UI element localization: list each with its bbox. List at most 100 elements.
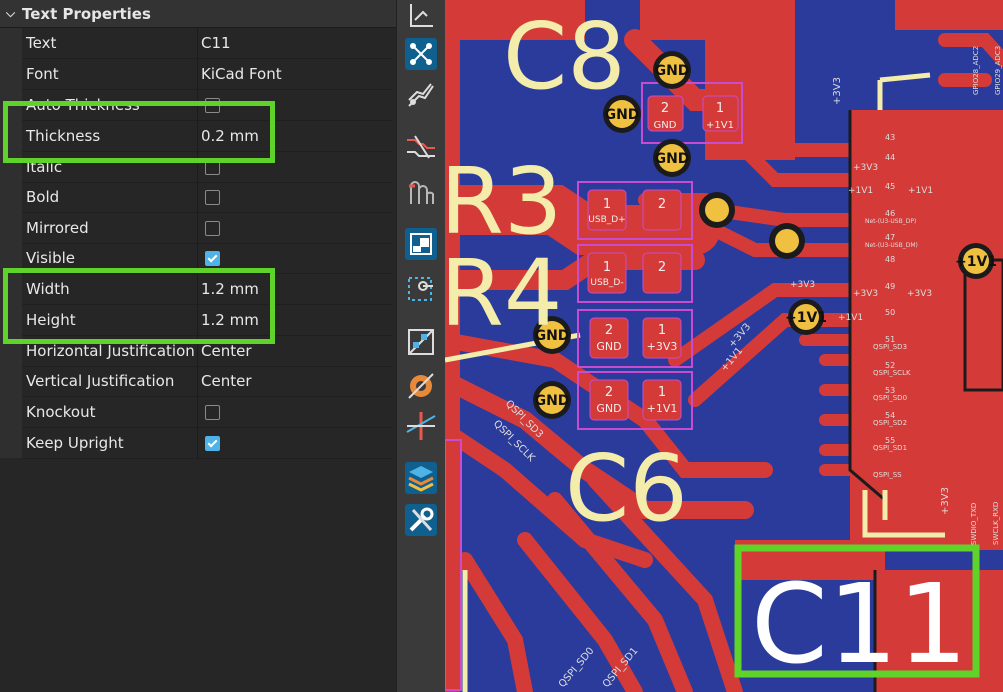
tune-length-icon[interactable] xyxy=(405,132,437,164)
pad-number: 1 xyxy=(658,323,666,338)
side-label: SWCLK_RXD xyxy=(992,502,1000,545)
pad-number: 2 xyxy=(661,101,669,116)
column-divider xyxy=(197,59,198,89)
mirrored-checkbox[interactable] xyxy=(205,221,220,236)
pad-net: +1V1 xyxy=(706,120,734,131)
designator-r4[interactable]: R4 xyxy=(445,240,562,347)
pad-number: 2 xyxy=(658,260,666,275)
net-label: QSPI_SD0 xyxy=(873,394,907,402)
prop-label: Horizontal Justification xyxy=(26,342,195,360)
column-divider xyxy=(197,366,198,396)
column-divider xyxy=(197,213,198,243)
add-via-icon[interactable] xyxy=(405,272,437,304)
via-label: +1V1 xyxy=(785,310,827,326)
net-label: QSPI_SD1 xyxy=(873,444,907,452)
keep-upright-checkbox[interactable] xyxy=(205,436,220,451)
add-line-icon[interactable] xyxy=(405,410,437,442)
pad-number: 2 xyxy=(658,197,666,212)
column-divider xyxy=(197,182,198,212)
pin-number: 50 xyxy=(885,308,895,317)
add-footprint-icon[interactable] xyxy=(405,228,437,260)
net-label: +3V3 xyxy=(853,289,878,299)
side-label: GPIO28_ADC2 xyxy=(972,46,980,95)
text-value-field[interactable]: C11 xyxy=(201,34,231,52)
pad-number: 1 xyxy=(658,385,666,400)
pad-number: 2 xyxy=(605,323,613,338)
prop-row-knockout[interactable]: Knockout xyxy=(22,397,392,428)
prop-row-bold[interactable]: Bold xyxy=(22,182,392,213)
net-label: QSPI_SCLK xyxy=(873,369,911,377)
net-label: +1V1 xyxy=(908,186,933,196)
prop-row-vertical-justification[interactable]: Vertical Justification Center xyxy=(22,366,392,397)
measure-icon[interactable] xyxy=(405,0,437,32)
designator-c6[interactable]: C6 xyxy=(565,435,688,542)
pin-number: 47 xyxy=(885,233,895,242)
chevron-down-icon[interactable]: ⌵ xyxy=(6,6,22,21)
h-justify-select[interactable]: Center xyxy=(201,342,252,360)
panel-title: Text Properties xyxy=(22,4,151,23)
side-label: GPIO29_ADC3 xyxy=(994,46,1002,95)
properties-panel: ⌵ Text Properties Text C11 Font KiCad Fo… xyxy=(0,0,396,692)
pad-net: USB_D- xyxy=(590,278,623,288)
net-label: QSPI_SD2 xyxy=(873,419,907,427)
prop-label: Visible xyxy=(26,249,75,267)
layers-icon[interactable] xyxy=(405,462,437,494)
pin-number: 46 xyxy=(885,209,895,218)
route-single-track-icon[interactable] xyxy=(405,38,437,70)
tune-skew-icon[interactable] xyxy=(405,176,437,208)
add-pad-icon[interactable] xyxy=(405,370,437,402)
via-label: GND xyxy=(655,151,690,167)
pin-number: 43 xyxy=(885,133,895,142)
side-label: SWDIO_TXD xyxy=(970,503,978,545)
add-zone-icon[interactable] xyxy=(405,326,437,358)
pin-number: 45 xyxy=(885,182,895,191)
highlight-box-size xyxy=(3,268,275,344)
pad-net: USB_D+ xyxy=(588,215,625,225)
prop-label: Keep Upright xyxy=(26,434,124,452)
net-label: +3V3 xyxy=(853,163,878,173)
net-label: +3V3 xyxy=(832,77,843,105)
designator-r3[interactable]: R3 xyxy=(445,148,562,255)
right-toolbar xyxy=(396,0,445,692)
v-justify-select[interactable]: Center xyxy=(201,372,252,390)
pcb-canvas[interactable]: GND GND GND GND GND +1V1 +1V1 2 GND 1 +1… xyxy=(445,0,1003,692)
column-divider xyxy=(197,28,198,58)
pad-net: +3V3 xyxy=(647,340,678,353)
net-label: QSPI_SD3 xyxy=(873,343,907,351)
prop-label: Bold xyxy=(26,188,60,206)
net-label: +1V1 xyxy=(838,313,863,323)
visible-checkbox[interactable] xyxy=(205,251,220,266)
prop-row-text[interactable]: Text C11 xyxy=(22,28,392,59)
highlight-box-thickness xyxy=(3,101,275,163)
net-label: +3V3 xyxy=(907,289,932,299)
column-divider xyxy=(197,397,198,427)
pad-number: 1 xyxy=(603,197,611,212)
pad-number: 2 xyxy=(605,385,613,400)
settings-tools-icon[interactable] xyxy=(405,504,437,536)
font-value-field[interactable]: KiCad Font xyxy=(201,65,282,83)
prop-label: Text xyxy=(26,34,57,52)
net-label: +1V1 xyxy=(848,186,873,196)
route-diff-pair-icon[interactable] xyxy=(405,80,437,112)
bold-checkbox[interactable] xyxy=(205,190,220,205)
text-properties-header[interactable]: ⌵ Text Properties xyxy=(0,0,396,28)
knockout-checkbox[interactable] xyxy=(205,405,220,420)
net-label: Net-(U3-USB_DP) xyxy=(865,218,916,225)
designator-c8[interactable]: C8 xyxy=(503,3,626,110)
column-divider xyxy=(197,428,198,458)
prop-row-keep-upright[interactable]: Keep Upright xyxy=(22,428,392,459)
pin-number: 49 xyxy=(885,282,895,291)
net-label: +3V3 xyxy=(790,280,815,290)
prop-label: Font xyxy=(26,65,59,83)
designator-c11-selected[interactable]: C11 xyxy=(751,560,968,688)
pad-net: +1V1 xyxy=(647,402,678,415)
prop-label: Knockout xyxy=(26,403,96,421)
prop-row-font[interactable]: Font KiCad Font xyxy=(22,59,392,90)
net-label: Net-(U3-USB_DM) xyxy=(865,242,918,249)
pin-number: 48 xyxy=(885,255,895,264)
via-label: GND xyxy=(535,393,570,409)
via-label: GND xyxy=(655,63,690,79)
prop-label: Mirrored xyxy=(26,219,89,237)
prop-row-mirrored[interactable]: Mirrored xyxy=(22,213,392,244)
pad-net: GND xyxy=(654,120,677,131)
